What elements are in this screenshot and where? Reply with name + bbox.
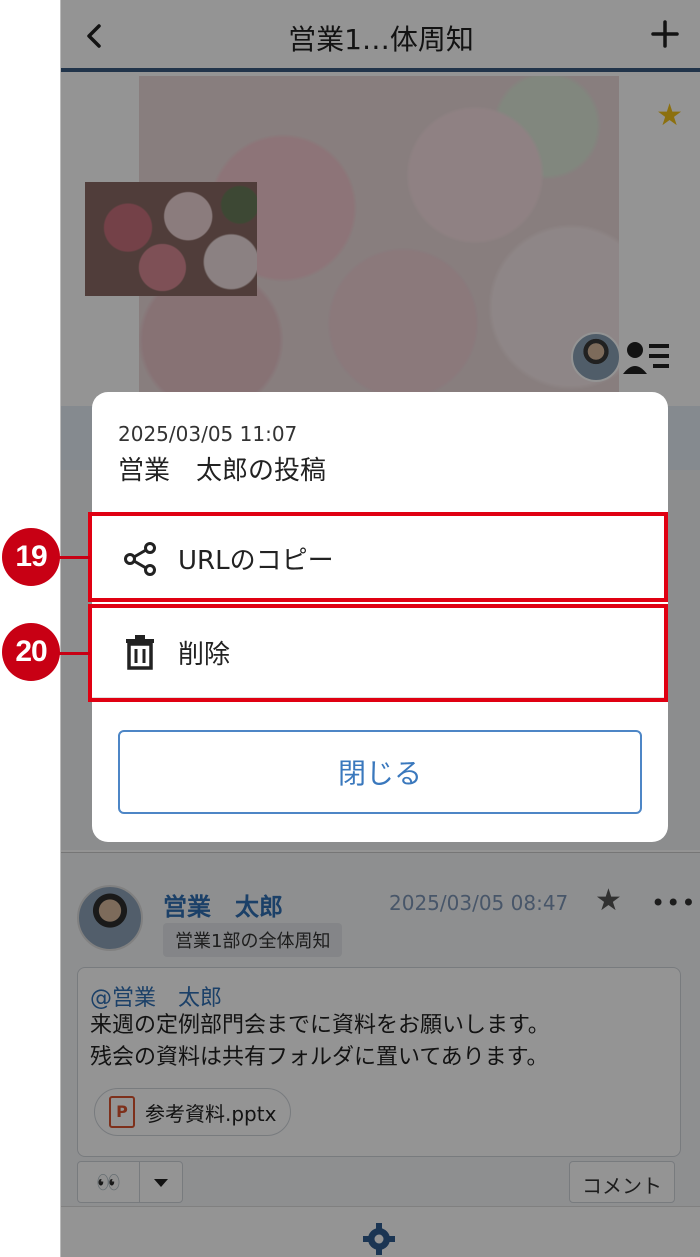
- callout-20: 20: [2, 623, 60, 681]
- highlight-box-20: [88, 604, 668, 702]
- modal-post-date: 2025/03/05 11:07: [118, 422, 298, 446]
- modal-title: 営業 太郎の投稿: [118, 456, 327, 486]
- close-button[interactable]: 閉じる: [118, 730, 642, 814]
- callout-19: 19: [2, 528, 60, 586]
- highlight-box-19: [88, 512, 668, 602]
